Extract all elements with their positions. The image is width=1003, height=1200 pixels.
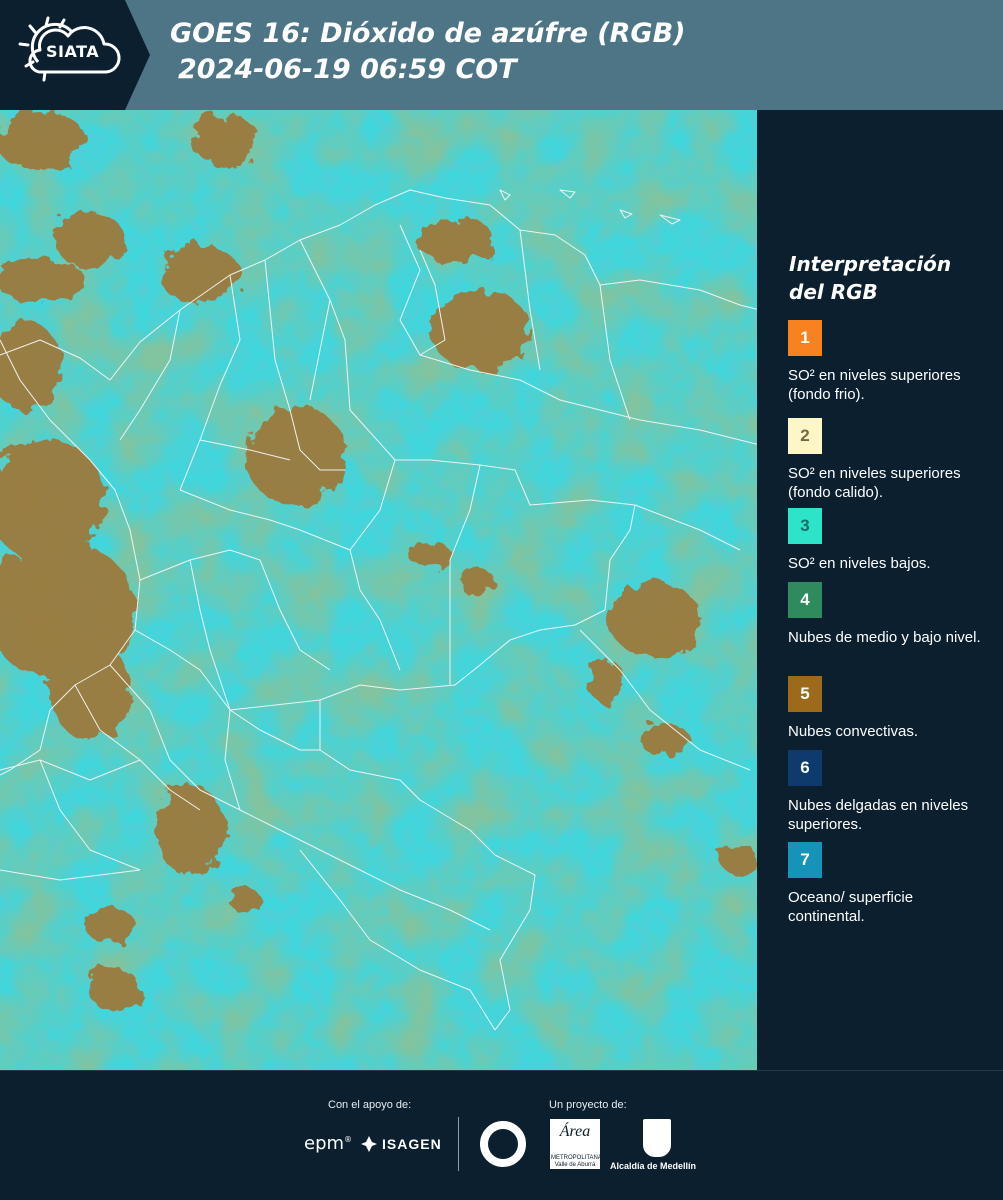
page-title: GOES 16: Dióxido de azúfre (RGB) 2024-06… <box>170 16 686 88</box>
legend-swatch-6: 6 <box>788 750 822 786</box>
siata-logo-panel: SIATA <box>0 0 150 110</box>
legend-number-1: 1 <box>800 328 810 347</box>
legend-label-6: Nubes delgadas en niveles superiores. <box>788 797 969 833</box>
universidad-seal-icon[interactable] <box>478 1119 528 1169</box>
legend-item-1: 1 SO² en niveles superiores (fondo frio)… <box>788 320 988 404</box>
seal-inner <box>488 1129 518 1159</box>
legend-item-6: 6 Nubes delgadas en niveles superiores. <box>788 750 988 834</box>
project-label: Un proyecto de: <box>549 1099 627 1111</box>
legend-label-5: Nubes convectivas. <box>788 723 919 740</box>
isagen-mark-icon <box>361 1136 377 1152</box>
epm-logo[interactable]: epm® <box>304 1133 352 1154</box>
amva-subtitle-line2: Valle de Aburrá <box>554 1162 596 1168</box>
legend-swatch-3: 3 <box>788 508 822 544</box>
epm-logo-text: epm <box>304 1133 345 1154</box>
legend-label-3: SO² en niveles bajos. <box>788 555 931 572</box>
support-label: Con el apoyo de: <box>328 1099 412 1111</box>
so2-rgb-image <box>0 110 757 1070</box>
legend-number-2: 2 <box>800 426 810 445</box>
legend-swatch-1: 1 <box>788 320 822 356</box>
satellite-map[interactable] <box>0 110 760 1070</box>
alcaldia-logo-text: Alcaldía de Medellín <box>610 1161 697 1171</box>
alcaldia-shield-icon[interactable] <box>643 1119 671 1157</box>
amva-subtitle-line1: METROPOLITANA <box>551 1155 602 1161</box>
legend-title-line2: del RGB <box>789 280 878 304</box>
legend-item-4: 4 Nubes de medio y bajo nivel. <box>788 582 988 647</box>
legend-label-1: SO² en niveles superiores (fondo frio). <box>788 367 961 403</box>
footer: Con el apoyo de: Un proyecto de: epm® IS… <box>0 1070 1003 1200</box>
legend-number-5: 5 <box>800 684 810 703</box>
legend-title: Interpretación del RGB <box>789 250 989 306</box>
legend-item-7: 7 Oceano/ superficie continental. <box>788 842 988 926</box>
legend-item-3: 3 SO² en niveles bajos. <box>788 508 988 573</box>
isagen-logo-text: ISAGEN <box>382 1136 442 1152</box>
logo-text: SIATA <box>46 42 100 61</box>
title-timestamp: 2024-06-19 06:59 COT <box>178 54 517 85</box>
legend-number-3: 3 <box>800 516 810 535</box>
legend-swatch-4: 4 <box>788 582 822 618</box>
legend-label-4: Nubes de medio y bajo nivel. <box>788 629 981 646</box>
amva-subtitle: METROPOLITANA Valle de Aburrá <box>551 1155 602 1169</box>
legend-number-4: 4 <box>800 590 810 609</box>
isagen-logo[interactable]: ISAGEN <box>360 1135 442 1153</box>
legend-label-7: Oceano/ superficie continental. <box>788 889 914 925</box>
legend-number-6: 6 <box>800 758 810 777</box>
legend-swatch-2: 2 <box>788 418 822 454</box>
legend-item-2: 2 SO² en niveles superiores (fondo calid… <box>788 418 988 502</box>
legend-title-line1: Interpretación <box>789 252 952 276</box>
footer-divider <box>458 1117 459 1171</box>
amva-logo-word: Área <box>559 1123 591 1140</box>
legend-number-7: 7 <box>800 850 810 869</box>
title-product: GOES 16: Dióxido de azúfre (RGB) <box>170 18 686 49</box>
legend-item-5: 5 Nubes convectivas. <box>788 676 988 741</box>
legend-label-2: SO² en niveles superiores (fondo calido)… <box>788 465 961 501</box>
header-bar: SIATA GOES 16: Dióxido de azúfre (RGB) 2… <box>0 0 1003 110</box>
legend-swatch-7: 7 <box>788 842 822 878</box>
legend-swatch-5: 5 <box>788 676 822 712</box>
legend-panel: Interpretación del RGB 1 SO² en niveles … <box>760 110 1003 1070</box>
